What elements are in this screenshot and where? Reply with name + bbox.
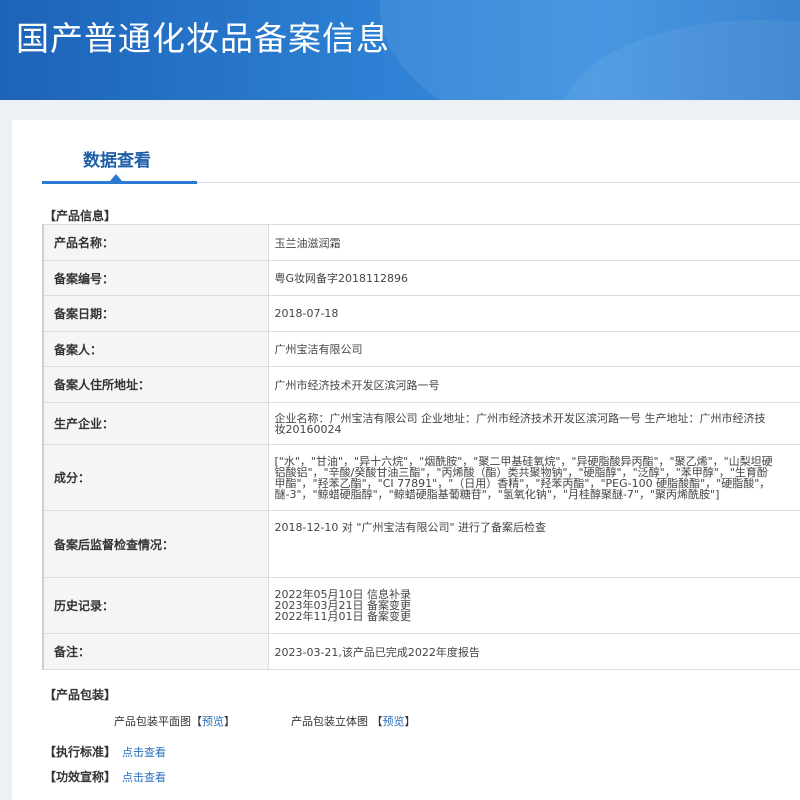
record-number-value: 粤G妆网备字2018112896 <box>268 260 800 296</box>
section-standard: 【执行标准】 <box>44 745 117 759</box>
bracket-close: 】 <box>404 715 416 728</box>
bracket-open: 【 <box>371 715 383 728</box>
field-label: 备案日期： <box>43 295 269 332</box>
preview-solid-link[interactable]: 预览 <box>383 715 405 728</box>
field-label: 备案人： <box>43 331 269 367</box>
table-row: 备案日期： 2018-07-18 <box>43 295 800 332</box>
field-label: 备注： <box>43 633 269 670</box>
header-banner: 国产普通化妆品备案信息 <box>0 0 800 100</box>
supervision-value: 2018-12-10 对 "广州宝洁有限公司" 进行了备案后检查 <box>268 510 800 578</box>
manufacturer-line: 企业名称：广州宝洁有限公司 企业地址：广州市经济技术开发区滨河路一号 生产地址：… <box>274 411 766 425</box>
section-product-info: 【产品信息】 <box>44 209 117 223</box>
table-row: 成分： ["水"，"甘油"，"异十六烷"，"烟酰胺"，"聚二甲基硅氧烷"，"异硬… <box>43 444 800 511</box>
remark-value: 2023-03-21,该产品已完成2022年度报告 <box>268 633 800 670</box>
table-row: 生产企业： 企业名称：广州宝洁有限公司 企业地址：广州市经济技术开发区滨河路一号… <box>43 402 800 445</box>
packaging-solid: 产品包装立体图 【预览】 <box>291 713 416 729</box>
table-row: 历史记录： 2022年05月10日 信息补录 2023年03月21日 备案变更 … <box>43 577 800 634</box>
ingredients-line: 甲酯"，"羟苯乙酯"，"CI 77891"，"（日用）香精"，"羟苯丙酯"，"P… <box>274 476 771 490</box>
table-row: 备案后监督检查情况： 2018-12-10 对 "广州宝洁有限公司" 进行了备案… <box>43 510 800 578</box>
table-row: 备注： 2023-03-21,该产品已完成2022年度报告 <box>43 633 800 670</box>
field-label: 备案编号： <box>43 260 269 296</box>
manufacturer-line: 妆20160024 <box>274 422 342 436</box>
manufacturer-value: 企业名称：广州宝洁有限公司 企业地址：广州市经济技术开发区滨河路一号 生产地址：… <box>268 402 800 445</box>
field-label: 生产企业： <box>43 402 269 445</box>
product-name-value: 玉兰油滋润霜 <box>268 224 800 261</box>
registrant-address-value: 广州市经济技术开发区滨河路一号 <box>268 366 800 403</box>
ingredients-value: ["水"，"甘油"，"异十六烷"，"烟酰胺"，"聚二甲基硅氧烷"，"异硬脂酸异丙… <box>268 444 800 511</box>
efficacy-row: 【功效宣称】 点击查看 <box>44 768 166 785</box>
history-value: 2022年05月10日 信息补录 2023年03月21日 备案变更 2022年1… <box>268 577 800 634</box>
tab-active-indicator <box>42 181 197 184</box>
record-date-value: 2018-07-18 <box>268 295 800 332</box>
table-row: 产品名称： 玉兰油滋润霜 <box>43 224 800 261</box>
tab-data-view[interactable]: 数据查看 <box>83 146 151 171</box>
field-label: 备案后监督检查情况： <box>43 510 269 578</box>
packaging-flat-label: 产品包装平面图 <box>114 715 191 728</box>
history-item: 2022年11月01日 备案变更 <box>274 610 411 623</box>
packaging-flat: 产品包装平面图【预览】 <box>114 713 235 729</box>
table-row: 备案编号： 粤G妆网备字2018112896 <box>43 260 800 296</box>
registrant-value: 广州宝洁有限公司 <box>268 331 800 367</box>
standard-row: 【执行标准】 点击查看 <box>44 743 166 760</box>
ingredients-line: 铝酸铝"，"辛酸/癸酸甘油三酯"，"丙烯酸（酯）类共聚物钠"，"硬脂醇"，"泛醇… <box>274 465 768 479</box>
field-label: 产品名称： <box>43 224 269 261</box>
section-packaging: 【产品包装】 <box>44 688 117 702</box>
view-efficacy-link[interactable]: 点击查看 <box>122 771 166 784</box>
page-title: 国产普通化妆品备案信息 <box>16 19 390 58</box>
field-label: 备案人住所地址： <box>43 366 269 403</box>
ingredients-line: 醚-3"，"鲸蜡硬脂醇"，"鲸蜡硬脂基葡糖苷"，"氢氧化钠"，"月桂醇聚醚-7"… <box>274 487 720 501</box>
tab-caret-icon <box>110 174 122 181</box>
table-row: 备案人住所地址： 广州市经济技术开发区滨河路一号 <box>43 366 800 403</box>
section-efficacy: 【功效宣称】 <box>44 770 117 784</box>
ingredients-line: ["水"，"甘油"，"异十六烷"，"烟酰胺"，"聚二甲基硅氧烷"，"异硬脂酸异丙… <box>274 454 773 468</box>
table-row: 备案人： 广州宝洁有限公司 <box>43 331 800 367</box>
bracket-close: 】 <box>224 715 235 728</box>
view-standard-link[interactable]: 点击查看 <box>122 746 166 759</box>
bracket-open: 【 <box>191 715 202 728</box>
field-label: 历史记录： <box>43 577 269 634</box>
product-info-table: 产品名称： 玉兰油滋润霜 备案编号： 粤G妆网备字2018112896 备案日期… <box>42 224 800 670</box>
preview-flat-link[interactable]: 预览 <box>202 715 224 728</box>
packaging-solid-label: 产品包装立体图 <box>291 715 368 728</box>
field-label: 成分： <box>43 444 269 511</box>
